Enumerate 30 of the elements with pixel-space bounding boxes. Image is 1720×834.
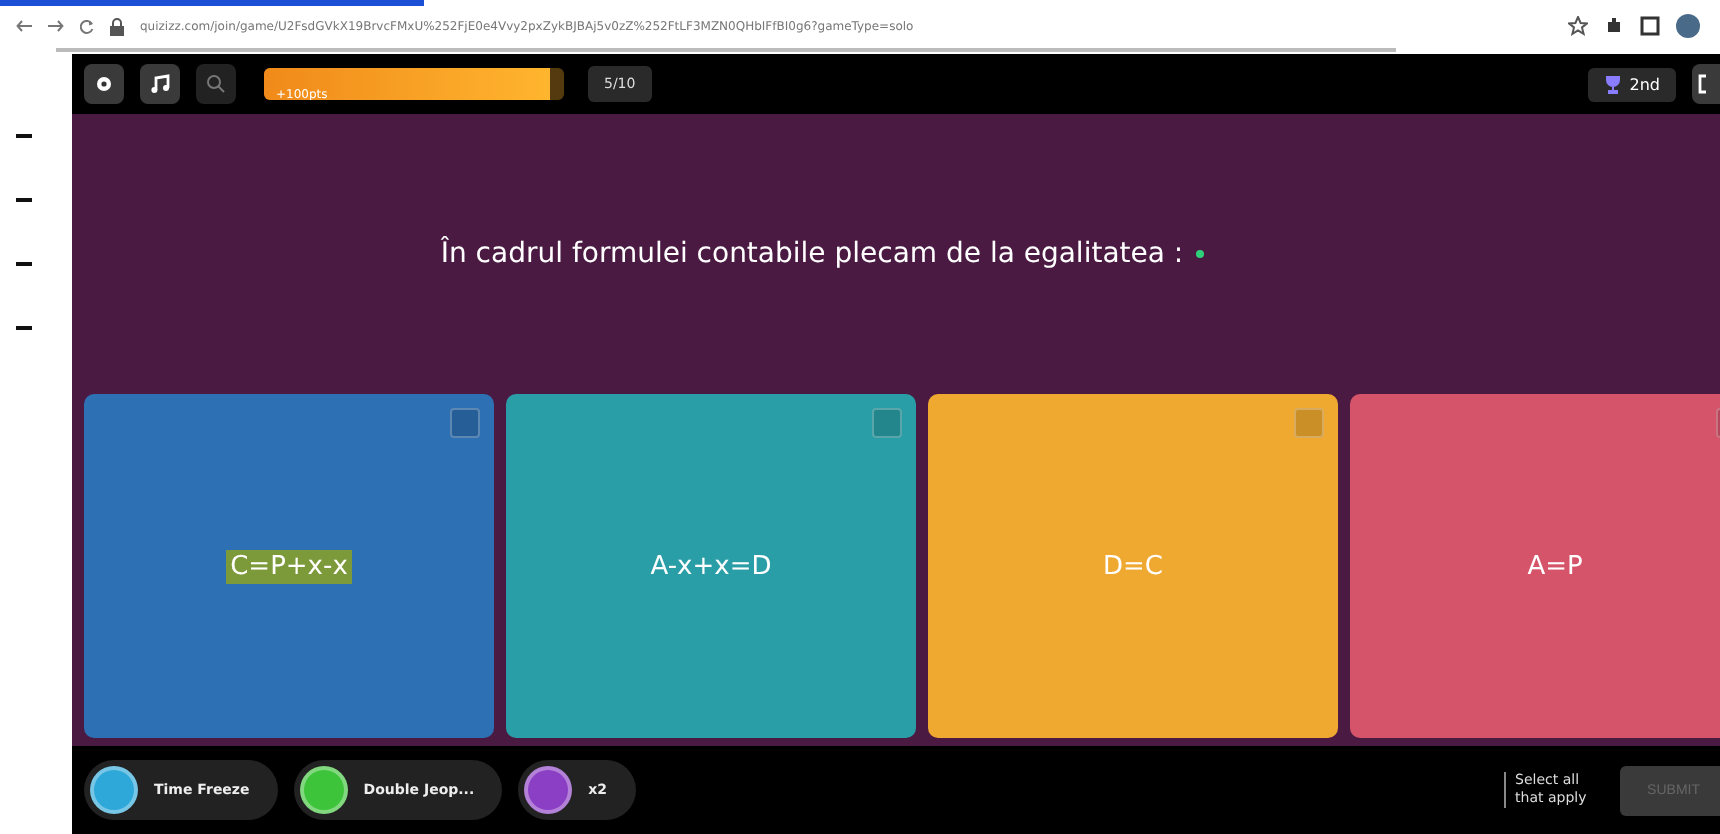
trophy-icon xyxy=(1603,75,1622,93)
music-button[interactable] xyxy=(140,64,180,104)
star-icon[interactable] xyxy=(1568,16,1588,36)
question-dot-icon xyxy=(1195,250,1204,258)
forward-icon[interactable] xyxy=(48,20,64,32)
window-icon[interactable] xyxy=(1640,16,1660,36)
lock-icon xyxy=(110,17,124,35)
question-text: În cadrul formulei contabile plecam de la egalitatea : xyxy=(440,238,1184,270)
answer-checkbox[interactable] xyxy=(450,408,480,438)
answer-text: D=C xyxy=(1101,549,1165,583)
fullscreen-button[interactable] xyxy=(1692,64,1720,104)
rank-text: 2nd xyxy=(1629,75,1660,93)
answer-checkbox[interactable] xyxy=(1294,408,1324,438)
profile-icon[interactable] xyxy=(1676,14,1700,38)
answer-text: C=P+x-x xyxy=(226,549,352,583)
back-icon[interactable] xyxy=(16,20,32,32)
answer-text: A-x+x=D xyxy=(648,549,774,583)
answer-option[interactable]: D=C xyxy=(928,394,1338,738)
music-note-icon xyxy=(150,74,170,94)
answer-checkbox[interactable] xyxy=(872,408,902,438)
answer-option[interactable]: A-x+x=D xyxy=(506,394,916,738)
settings-button[interactable] xyxy=(84,64,124,104)
answer-option[interactable]: C=P+x-x xyxy=(84,394,494,738)
reload-icon[interactable] xyxy=(80,19,94,33)
answer-text: A=P xyxy=(1525,549,1585,583)
magnifier-icon xyxy=(206,74,226,94)
extension-icon[interactable] xyxy=(1604,16,1624,36)
gear-icon xyxy=(94,74,114,94)
answer-option[interactable]: A=P xyxy=(1350,394,1720,738)
zoom-button[interactable] xyxy=(196,64,236,104)
